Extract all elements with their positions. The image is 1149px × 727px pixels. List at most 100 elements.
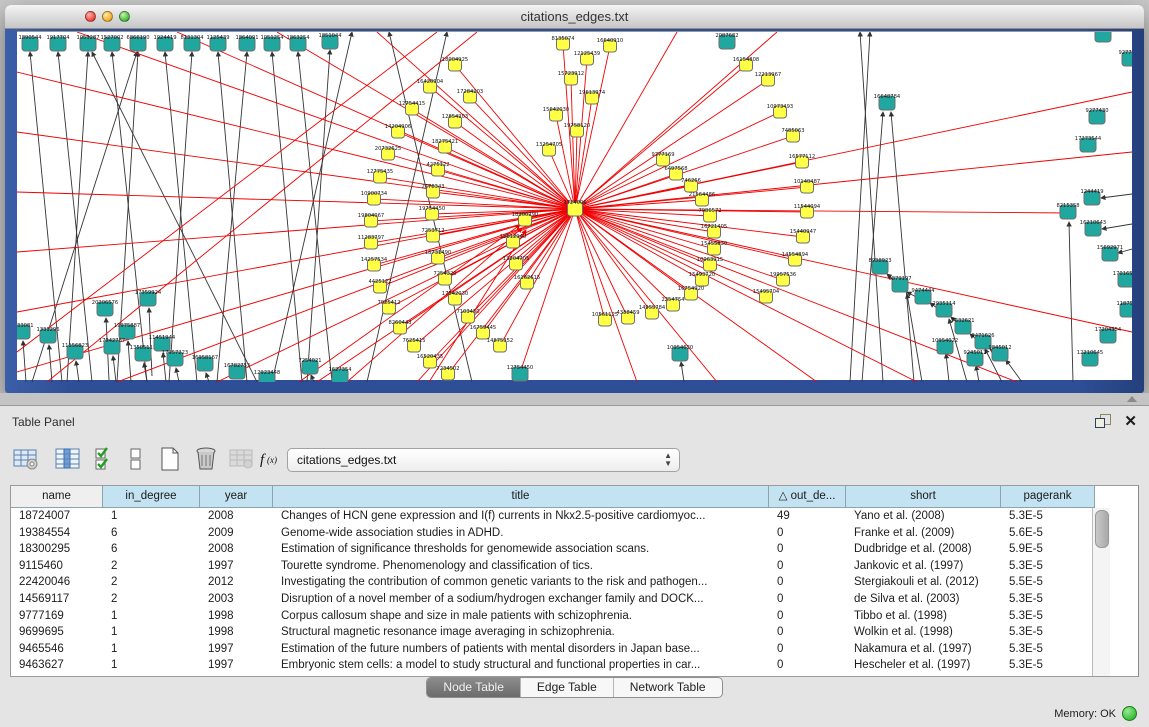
tab-network-table[interactable]: Network Table bbox=[614, 678, 722, 697]
table-panel: Table Panel ✕ f(x) citatio bbox=[0, 405, 1149, 727]
graph-node-label: 19804067 bbox=[358, 213, 384, 219]
table-cell: Dudbridge et al. (2008) bbox=[846, 541, 1001, 558]
divider-handle-icon[interactable] bbox=[1127, 396, 1137, 402]
graph-edge bbox=[311, 375, 314, 382]
graph-edge bbox=[17, 209, 575, 372]
table-row[interactable]: 1872400712008Changes of HCN gene express… bbox=[11, 508, 1095, 525]
graph-node[interactable] bbox=[1095, 32, 1111, 42]
graph-node-label: 17204354 bbox=[1095, 327, 1122, 333]
close-panel-icon[interactable]: ✕ bbox=[1124, 412, 1137, 430]
table-cell: 1997 bbox=[200, 657, 273, 674]
table-cell: 2 bbox=[103, 574, 200, 591]
graph-edge bbox=[455, 209, 575, 299]
graph-edge bbox=[575, 209, 605, 320]
table-cell: 5.3E-5 bbox=[1001, 657, 1095, 674]
graph-node-label: 11156823 bbox=[62, 343, 88, 349]
column-header-short[interactable]: short bbox=[846, 486, 1001, 508]
network-canvas[interactable]: 1800492516420904127544151420490620732625… bbox=[17, 31, 1132, 380]
table-row[interactable]: 2242004622012Investigating the contribut… bbox=[11, 574, 1095, 591]
table-cell: 9699695 bbox=[11, 624, 103, 641]
table-row[interactable]: 946362711997Embryonic stem cells: a mode… bbox=[11, 657, 1095, 674]
tab-node-table[interactable]: Node Table bbox=[427, 678, 521, 697]
graph-edge bbox=[575, 98, 592, 209]
delete-column-icon[interactable] bbox=[192, 445, 220, 473]
graph-node-label: 10973493 bbox=[767, 104, 793, 110]
graph-node-label: 11451944 bbox=[149, 335, 176, 341]
table-row[interactable]: 1938455462009Genome-wide association stu… bbox=[11, 525, 1095, 542]
window-titlebar[interactable]: citations_edges.txt bbox=[5, 5, 1144, 29]
graph-node-label: 7234502 bbox=[436, 366, 459, 372]
table-cell: 1997 bbox=[200, 558, 273, 575]
table-row[interactable]: 969969511998Structural magnetic resonanc… bbox=[11, 624, 1095, 641]
graph-edge bbox=[575, 209, 766, 297]
graph-node-label: 19754450 bbox=[419, 206, 445, 212]
table-cell: Hescheler et al. (1997) bbox=[846, 657, 1001, 674]
table-row[interactable]: 1456911722003Disruption of a novel membe… bbox=[11, 591, 1095, 608]
graph-edge bbox=[850, 32, 870, 382]
graph-edge bbox=[17, 132, 575, 209]
scrollbar-thumb[interactable] bbox=[1095, 510, 1109, 548]
table-selector-dropdown[interactable]: citations_edges.txt ▲▼ bbox=[287, 448, 680, 472]
table-row[interactable]: 946554611997Estimation of the future num… bbox=[11, 641, 1095, 658]
graph-edge bbox=[1101, 194, 1132, 198]
table-row[interactable]: 1830029562008Estimation of significance … bbox=[11, 541, 1095, 558]
column-header-title[interactable]: title bbox=[273, 486, 769, 508]
graph-node-label: 10954630 bbox=[667, 345, 693, 351]
graph-edge bbox=[169, 52, 192, 382]
graph-node-label: 4338459 bbox=[616, 310, 639, 316]
table-cell: 2008 bbox=[200, 541, 273, 558]
column-header-out_de[interactable]: △ out_de... bbox=[769, 486, 846, 508]
float-panel-icon[interactable] bbox=[1095, 414, 1111, 428]
new-column-icon[interactable] bbox=[156, 445, 184, 473]
tab-edge-table[interactable]: Edge Table bbox=[521, 678, 614, 697]
graph-node-label: 10954022 bbox=[932, 338, 958, 344]
graph-edge bbox=[907, 294, 922, 382]
network-view[interactable]: 1800492516420904127544151420490620732625… bbox=[17, 32, 1132, 382]
graph-node-label: 19613974 bbox=[579, 90, 606, 96]
graph-node-label: 2778343 bbox=[421, 184, 444, 190]
graph-node-label: 1863254 bbox=[286, 35, 310, 41]
graph-edge bbox=[76, 361, 79, 382]
table-cell: 1 bbox=[103, 657, 200, 674]
table-cell: Investigating the contribution of common… bbox=[273, 574, 769, 591]
column-header-in_degree[interactable]: in_degree bbox=[103, 486, 200, 508]
graph-edge bbox=[976, 366, 979, 382]
table-mode-icon[interactable] bbox=[12, 445, 40, 473]
graph-edge bbox=[298, 52, 332, 382]
table-selector-value: citations_edges.txt bbox=[297, 453, 396, 467]
graph-node-label: 1890544 bbox=[18, 35, 42, 41]
graph-node-label: 14257534 bbox=[361, 257, 388, 263]
graph-node-label: 15455830 bbox=[701, 241, 727, 247]
show-columns-icon[interactable] bbox=[54, 445, 82, 473]
column-header-year[interactable]: year bbox=[200, 486, 273, 508]
dropdown-stepper-icon: ▲▼ bbox=[664, 452, 672, 468]
table-cell: Stergiakouli et al. (2012) bbox=[846, 574, 1001, 591]
graph-node-label: 21564486 bbox=[689, 192, 715, 198]
table-row[interactable]: 977716911998Corpus callosum shape and si… bbox=[11, 608, 1095, 625]
table-cell: 0 bbox=[769, 624, 846, 641]
column-header-name[interactable]: name bbox=[11, 486, 103, 508]
graph-node-label: 17284203 bbox=[457, 89, 483, 95]
graph-edge bbox=[176, 368, 179, 382]
function-builder-icon[interactable]: f(x) bbox=[258, 445, 286, 473]
split-divider[interactable] bbox=[0, 393, 1149, 405]
select-all-icon[interactable] bbox=[92, 445, 120, 473]
table-cell: 5.9E-5 bbox=[1001, 541, 1095, 558]
graph-node-label: 15495704 bbox=[753, 289, 780, 295]
graph-node-label: 11544094 bbox=[794, 204, 821, 210]
table-body: 1872400712008Changes of HCN gene express… bbox=[11, 508, 1095, 674]
graph-edge bbox=[113, 356, 116, 382]
graph-node-label: 16162615 bbox=[514, 275, 540, 281]
table-cell: Yano et al. (2008) bbox=[846, 508, 1001, 525]
delete-table-icon[interactable] bbox=[228, 445, 256, 473]
network-window: citations_edges.txt 18004925164209041275… bbox=[5, 5, 1144, 393]
unselect-all-icon[interactable] bbox=[122, 445, 150, 473]
column-header-pagerank[interactable]: pagerank bbox=[1001, 486, 1095, 508]
memory-ok-indicator[interactable] bbox=[1122, 706, 1137, 721]
table-row[interactable]: 911546021997Tourette syndrome. Phenomeno… bbox=[11, 558, 1095, 575]
table-cell: 0 bbox=[769, 591, 846, 608]
graph-node-label: 7254021 bbox=[298, 358, 321, 364]
table-vertical-scrollbar[interactable] bbox=[1092, 508, 1110, 676]
graph-node-label: 1331296 bbox=[36, 327, 59, 333]
graph-node-label: 1864091 bbox=[235, 35, 258, 41]
